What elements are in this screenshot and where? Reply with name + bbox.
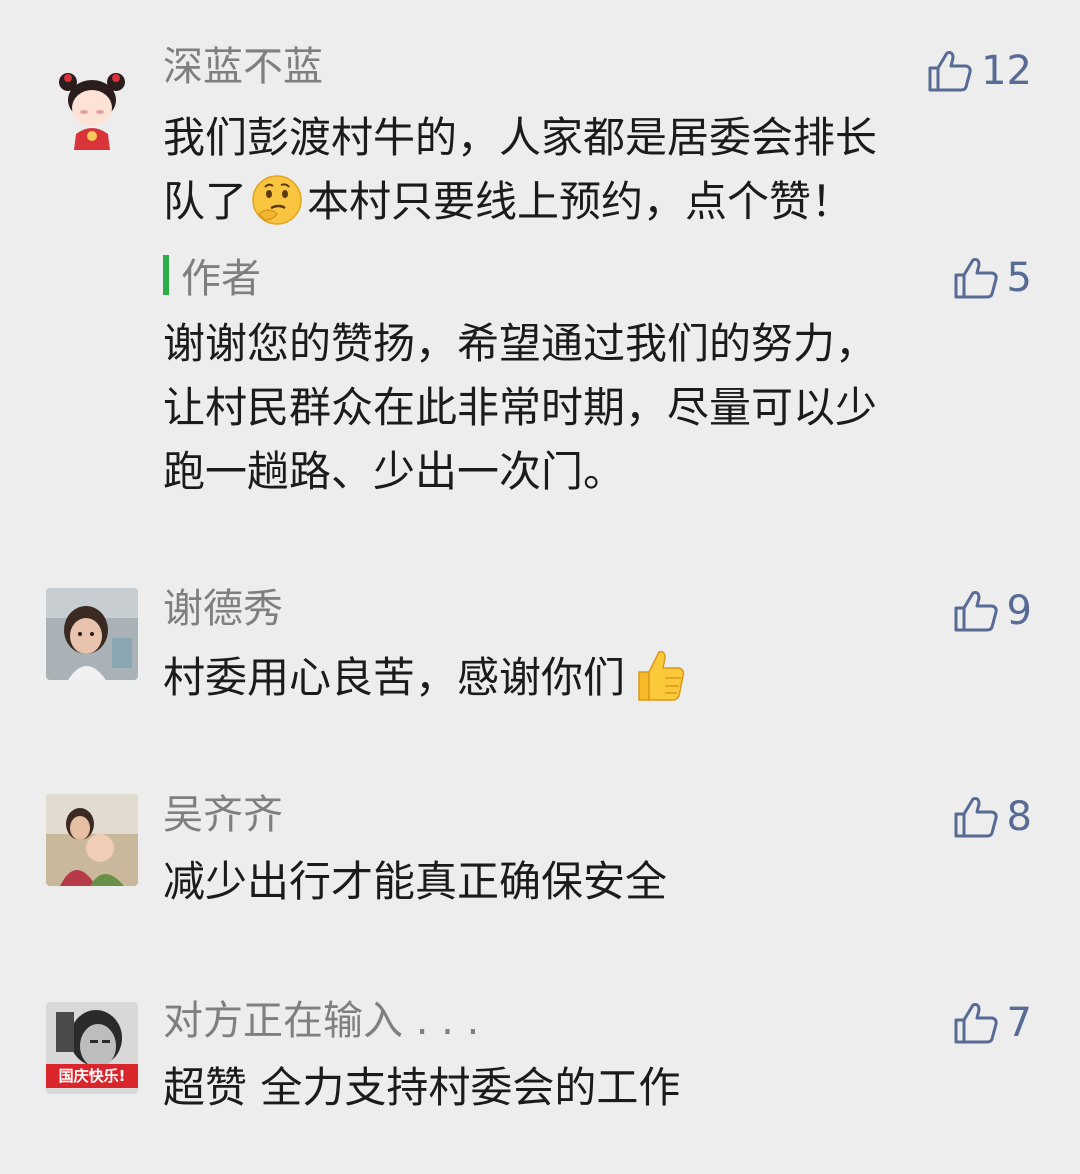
- thumbs-up-icon: [954, 797, 998, 838]
- avatar[interactable]: [46, 794, 138, 886]
- comment-text-part: 村委用心良苦，感谢你们: [163, 653, 626, 702]
- thumbs-up-emoji: [629, 646, 687, 704]
- comment-text: 村委用心良苦，感谢你们: [163, 646, 993, 710]
- avatar-badge: 国庆快乐!: [46, 1064, 138, 1088]
- thumbs-up-icon: [954, 1003, 998, 1044]
- avatar[interactable]: [46, 588, 138, 680]
- thumbs-up-icon: [928, 51, 972, 92]
- comment-line: 超赞 全力支持村委会的工作: [163, 1063, 681, 1112]
- comment-line: 减少出行才能真正确保安全: [163, 857, 668, 906]
- username[interactable]: 谢德秀: [163, 584, 283, 634]
- thinking-face-emoji: [251, 174, 303, 226]
- thumbs-up-icon: [954, 591, 998, 632]
- comment-text: 我们彭渡村牛的，人家都是居委会排长 队了 本村只要线上预约，点个赞！: [163, 106, 993, 234]
- comment-text-part: 本村只要线上预约，点个赞！: [307, 177, 854, 226]
- like-count: 12: [981, 48, 1032, 94]
- author-indicator-bar: [163, 255, 169, 295]
- like-count: 5: [1006, 255, 1032, 301]
- like-button[interactable]: 5: [953, 253, 1032, 303]
- like-button[interactable]: 7: [953, 998, 1032, 1048]
- username[interactable]: 吴齐齐: [163, 790, 283, 840]
- avatar[interactable]: [46, 64, 138, 156]
- like-count: 9: [1006, 588, 1032, 634]
- reply-line: 谢谢您的赞扬，希望通过我们的努力，: [163, 319, 878, 368]
- comment-line: 队了 本村只要线上预约，点个赞！: [163, 170, 993, 234]
- author-reply-text: 谢谢您的赞扬，希望通过我们的努力， 让村民群众在此非常时期，尽量可以少 跑一趟路…: [163, 312, 993, 504]
- author-reply-label: 作者: [163, 250, 261, 302]
- like-button[interactable]: 12: [927, 46, 1032, 96]
- thumbs-up-icon: [954, 258, 998, 299]
- like-button[interactable]: 9: [953, 586, 1032, 636]
- username[interactable]: 对方正在输入 . . .: [163, 996, 479, 1046]
- comment-text: 超赞 全力支持村委会的工作: [163, 1056, 993, 1120]
- like-button[interactable]: 8: [953, 792, 1032, 842]
- author-label: 作者: [181, 256, 261, 302]
- like-count: 8: [1006, 794, 1032, 840]
- comment-text: 减少出行才能真正确保安全: [163, 850, 993, 914]
- reply-line: 让村民群众在此非常时期，尽量可以少: [163, 383, 878, 432]
- comment-text-part: 队了: [163, 177, 248, 226]
- reply-line: 跑一趟路、少出一次门。: [163, 447, 626, 496]
- like-count: 7: [1006, 1000, 1032, 1046]
- avatar[interactable]: 国庆快乐!: [46, 1002, 138, 1094]
- username[interactable]: 深蓝不蓝: [163, 42, 323, 92]
- comment-list: 深蓝不蓝 12 我们彭渡村牛的，人家都是居委会排长 队了 本村只要线上预约，点个…: [0, 0, 1080, 1174]
- comment-line: 我们彭渡村牛的，人家都是居委会排长: [163, 113, 878, 162]
